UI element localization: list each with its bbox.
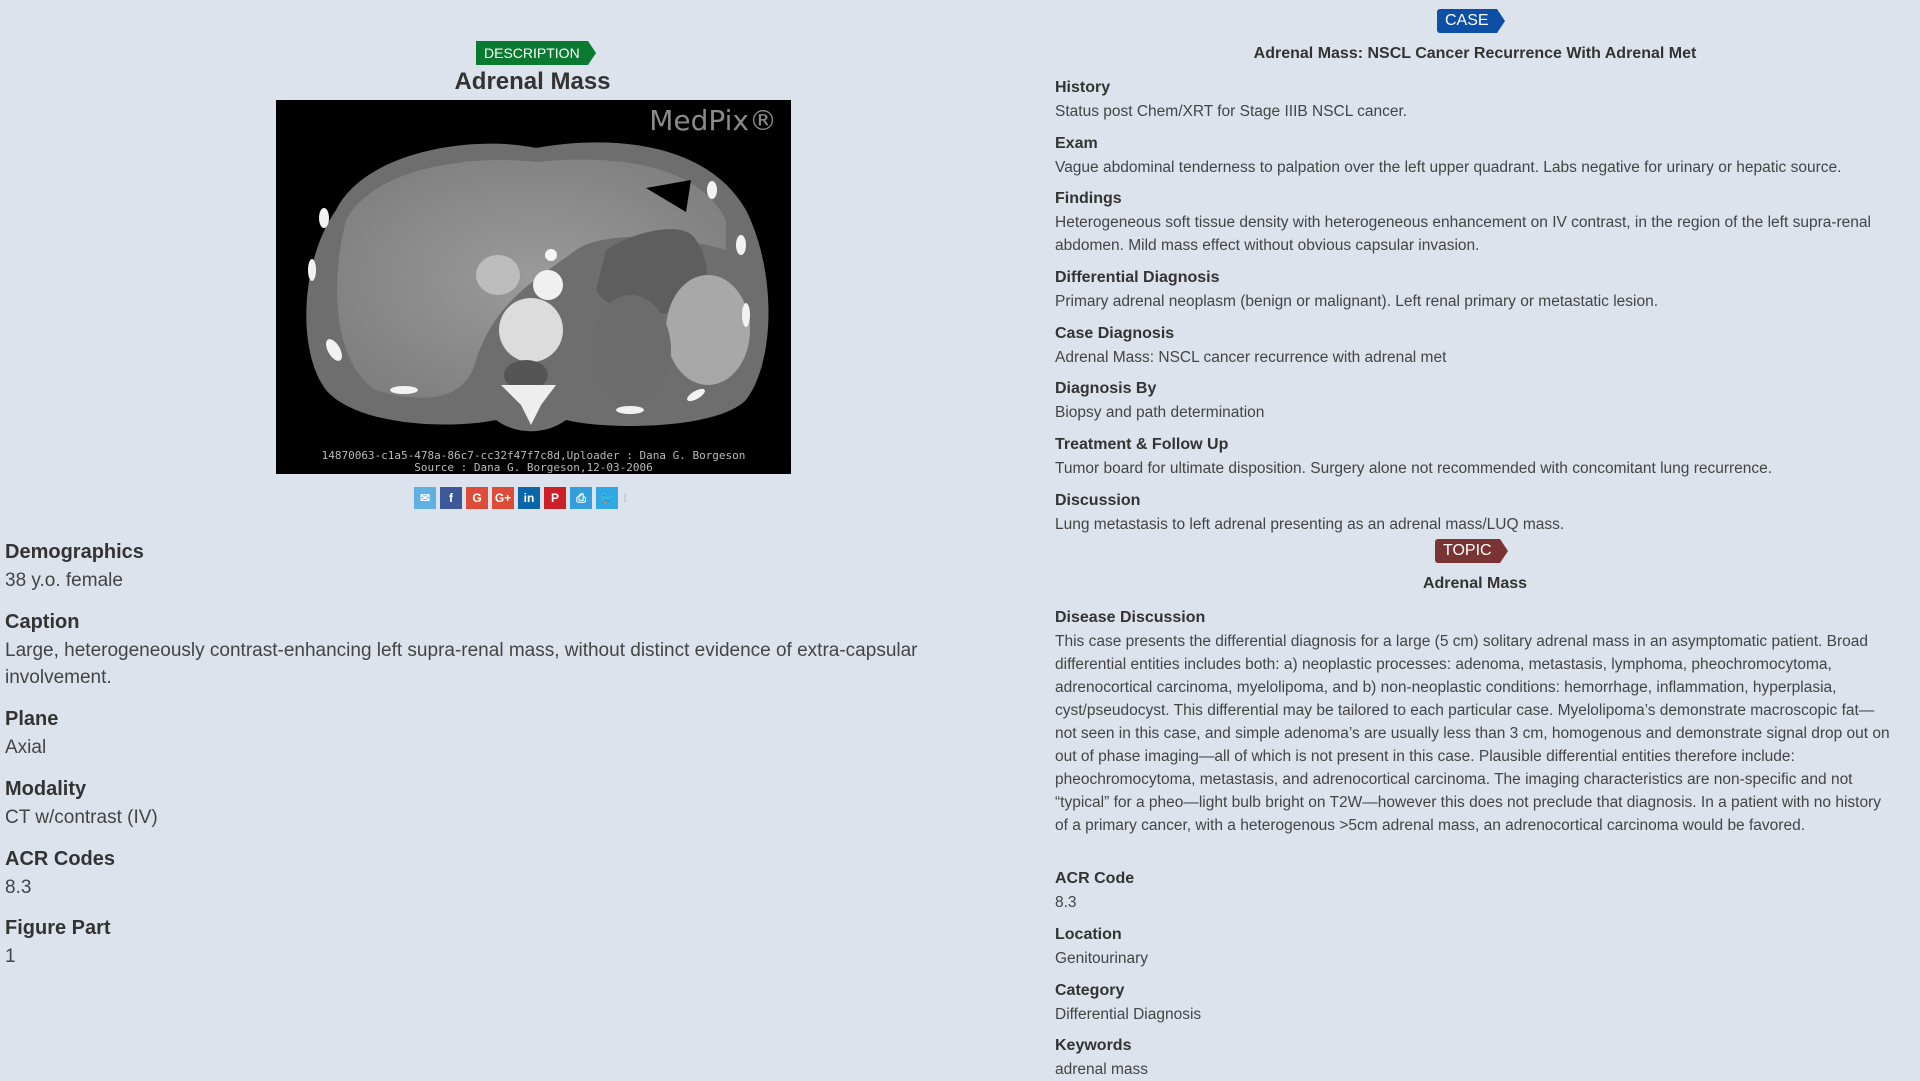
field-value: 8.3	[1055, 894, 1077, 911]
field-acr-codes: ACR Codes 8.3	[5, 846, 1005, 901]
field-value: Lung metastasis to left adrenal presenti…	[1055, 516, 1565, 533]
field-label: History	[1055, 79, 1111, 96]
field-differential-diagnosis: Differential Diagnosis Primary adrenal n…	[1055, 268, 1895, 313]
field-value: Primary adrenal neoplasm (benign or mali…	[1055, 293, 1659, 310]
adrenal-mass	[591, 295, 671, 405]
field-value: Differential Diagnosis	[1055, 1006, 1202, 1023]
field-value: Axial	[5, 737, 47, 758]
field-label: Figure Part	[5, 917, 111, 939]
topic-badge-wrap: TOPIC	[1435, 539, 1508, 563]
field-value: Status post Chem/XRT for Stage IIIB NSCL…	[1055, 103, 1408, 120]
field-label: Category	[1055, 982, 1125, 999]
field-acr-code: ACR Code 8.3	[1055, 869, 1895, 914]
field-label: Disease Discussion	[1055, 609, 1206, 626]
field-plane: Plane Axial	[5, 706, 1005, 761]
field-label: Demographics	[5, 541, 144, 563]
print-icon[interactable]: ⎙	[570, 487, 592, 509]
field-value: Heterogeneous soft tissue density with h…	[1055, 214, 1871, 254]
field-exam: Exam Vague abdominal tenderness to palpa…	[1055, 134, 1895, 179]
field-label: Differential Diagnosis	[1055, 269, 1220, 286]
field-value: 8.3	[5, 877, 32, 898]
field-label: Modality	[5, 778, 87, 800]
description-badge-wrap: DESCRIPTION	[476, 41, 596, 65]
case-badge-wrap: CASE	[1437, 9, 1505, 33]
spleen	[666, 275, 750, 385]
description-title: Adrenal Mass	[454, 68, 611, 95]
facebook-share-icon[interactable]: f	[440, 487, 462, 509]
field-discussion: Discussion Lung metastasis to left adren…	[1055, 491, 1895, 536]
case-title: Adrenal Mass: NSCL Cancer Recurrence Wit…	[1253, 45, 1697, 62]
twitter-share-icon[interactable]: 🐦	[596, 487, 618, 509]
field-category: Category Differential Diagnosis	[1055, 981, 1895, 1026]
ct-scan-graphic	[306, 142, 769, 432]
field-value: 1	[5, 946, 16, 967]
field-history: History Status post Chem/XRT for Stage I…	[1055, 78, 1895, 123]
field-value: 38 y.o. female	[5, 570, 123, 591]
topic-title: Adrenal Mass	[1422, 575, 1528, 592]
field-case-diagnosis: Case Diagnosis Adrenal Mass: NSCL cancer…	[1055, 324, 1895, 369]
google-plus-share-icon[interactable]: G+	[492, 487, 514, 509]
image-metadata: 14870063-c1a5-478a-86c7-cc32f47f7c8d,Upl…	[276, 450, 791, 474]
pinterest-share-icon[interactable]: P	[544, 487, 566, 509]
email-share-icon[interactable]: ✉	[414, 487, 436, 509]
linkedin-share-icon[interactable]: in	[518, 487, 540, 509]
field-label: Diagnosis By	[1055, 380, 1157, 397]
field-value: Adrenal Mass: NSCL cancer recurrence wit…	[1055, 349, 1447, 366]
description-badge: DESCRIPTION	[476, 41, 596, 65]
ct-scan-image[interactable]: MedPix® 14870063-c1a5-478a-86c7-cc32f47f…	[276, 100, 791, 474]
field-label: ACR Codes	[5, 848, 116, 870]
field-label: ACR Code	[1055, 870, 1135, 887]
field-location: Location Genitourinary	[1055, 925, 1895, 970]
field-label: Exam	[1055, 135, 1098, 152]
field-modality: Modality CT w/contrast (IV)	[5, 776, 1005, 831]
more-share-icon[interactable]: ⁞	[622, 487, 628, 509]
field-value: This case presents the differential diag…	[1055, 633, 1890, 834]
field-label: Plane	[5, 708, 59, 730]
field-label: Findings	[1055, 190, 1122, 207]
google-share-icon[interactable]: G	[466, 487, 488, 509]
field-label: Keywords	[1055, 1037, 1132, 1054]
field-value: CT w/contrast (IV)	[5, 807, 158, 828]
case-badge: CASE	[1437, 9, 1505, 33]
field-value: Large, heterogeneously contrast-enhancin…	[5, 640, 918, 688]
field-findings: Findings Heterogeneous soft tissue densi…	[1055, 189, 1895, 257]
field-disease-discussion: Disease Discussion This case presents th…	[1055, 608, 1895, 837]
field-keywords: Keywords adrenal mass	[1055, 1036, 1895, 1081]
field-diagnosis-by: Diagnosis By Biopsy and path determinati…	[1055, 379, 1895, 424]
share-bar: ✉ f G G+ in P ⎙ 🐦 ⁞	[414, 487, 628, 509]
field-value: Biopsy and path determination	[1055, 404, 1265, 421]
field-label: Treatment & Follow Up	[1055, 436, 1229, 453]
field-treatment-follow-up: Treatment & Follow Up Tumor board for ul…	[1055, 435, 1895, 480]
field-value: Genitourinary	[1055, 950, 1149, 967]
field-demographics: Demographics 38 y.o. female	[5, 539, 1005, 594]
image-meta-line2: Source : Dana G. Borgeson,12-03-2006	[414, 461, 653, 474]
field-label: Caption	[5, 611, 80, 633]
topic-badge: TOPIC	[1435, 539, 1508, 563]
field-value: Tumor board for ultimate disposition. Su…	[1055, 460, 1773, 477]
medpix-watermark: MedPix®	[649, 104, 777, 137]
field-value: adrenal mass	[1055, 1061, 1149, 1078]
field-caption: Caption Large, heterogeneously contrast-…	[5, 609, 1005, 691]
field-label: Case Diagnosis	[1055, 325, 1175, 342]
vertebra	[499, 298, 563, 362]
field-label: Discussion	[1055, 492, 1141, 509]
field-label: Location	[1055, 926, 1122, 943]
field-figure-part: Figure Part 1	[5, 915, 1005, 970]
field-value: Vague abdominal tenderness to palpation …	[1055, 159, 1842, 176]
